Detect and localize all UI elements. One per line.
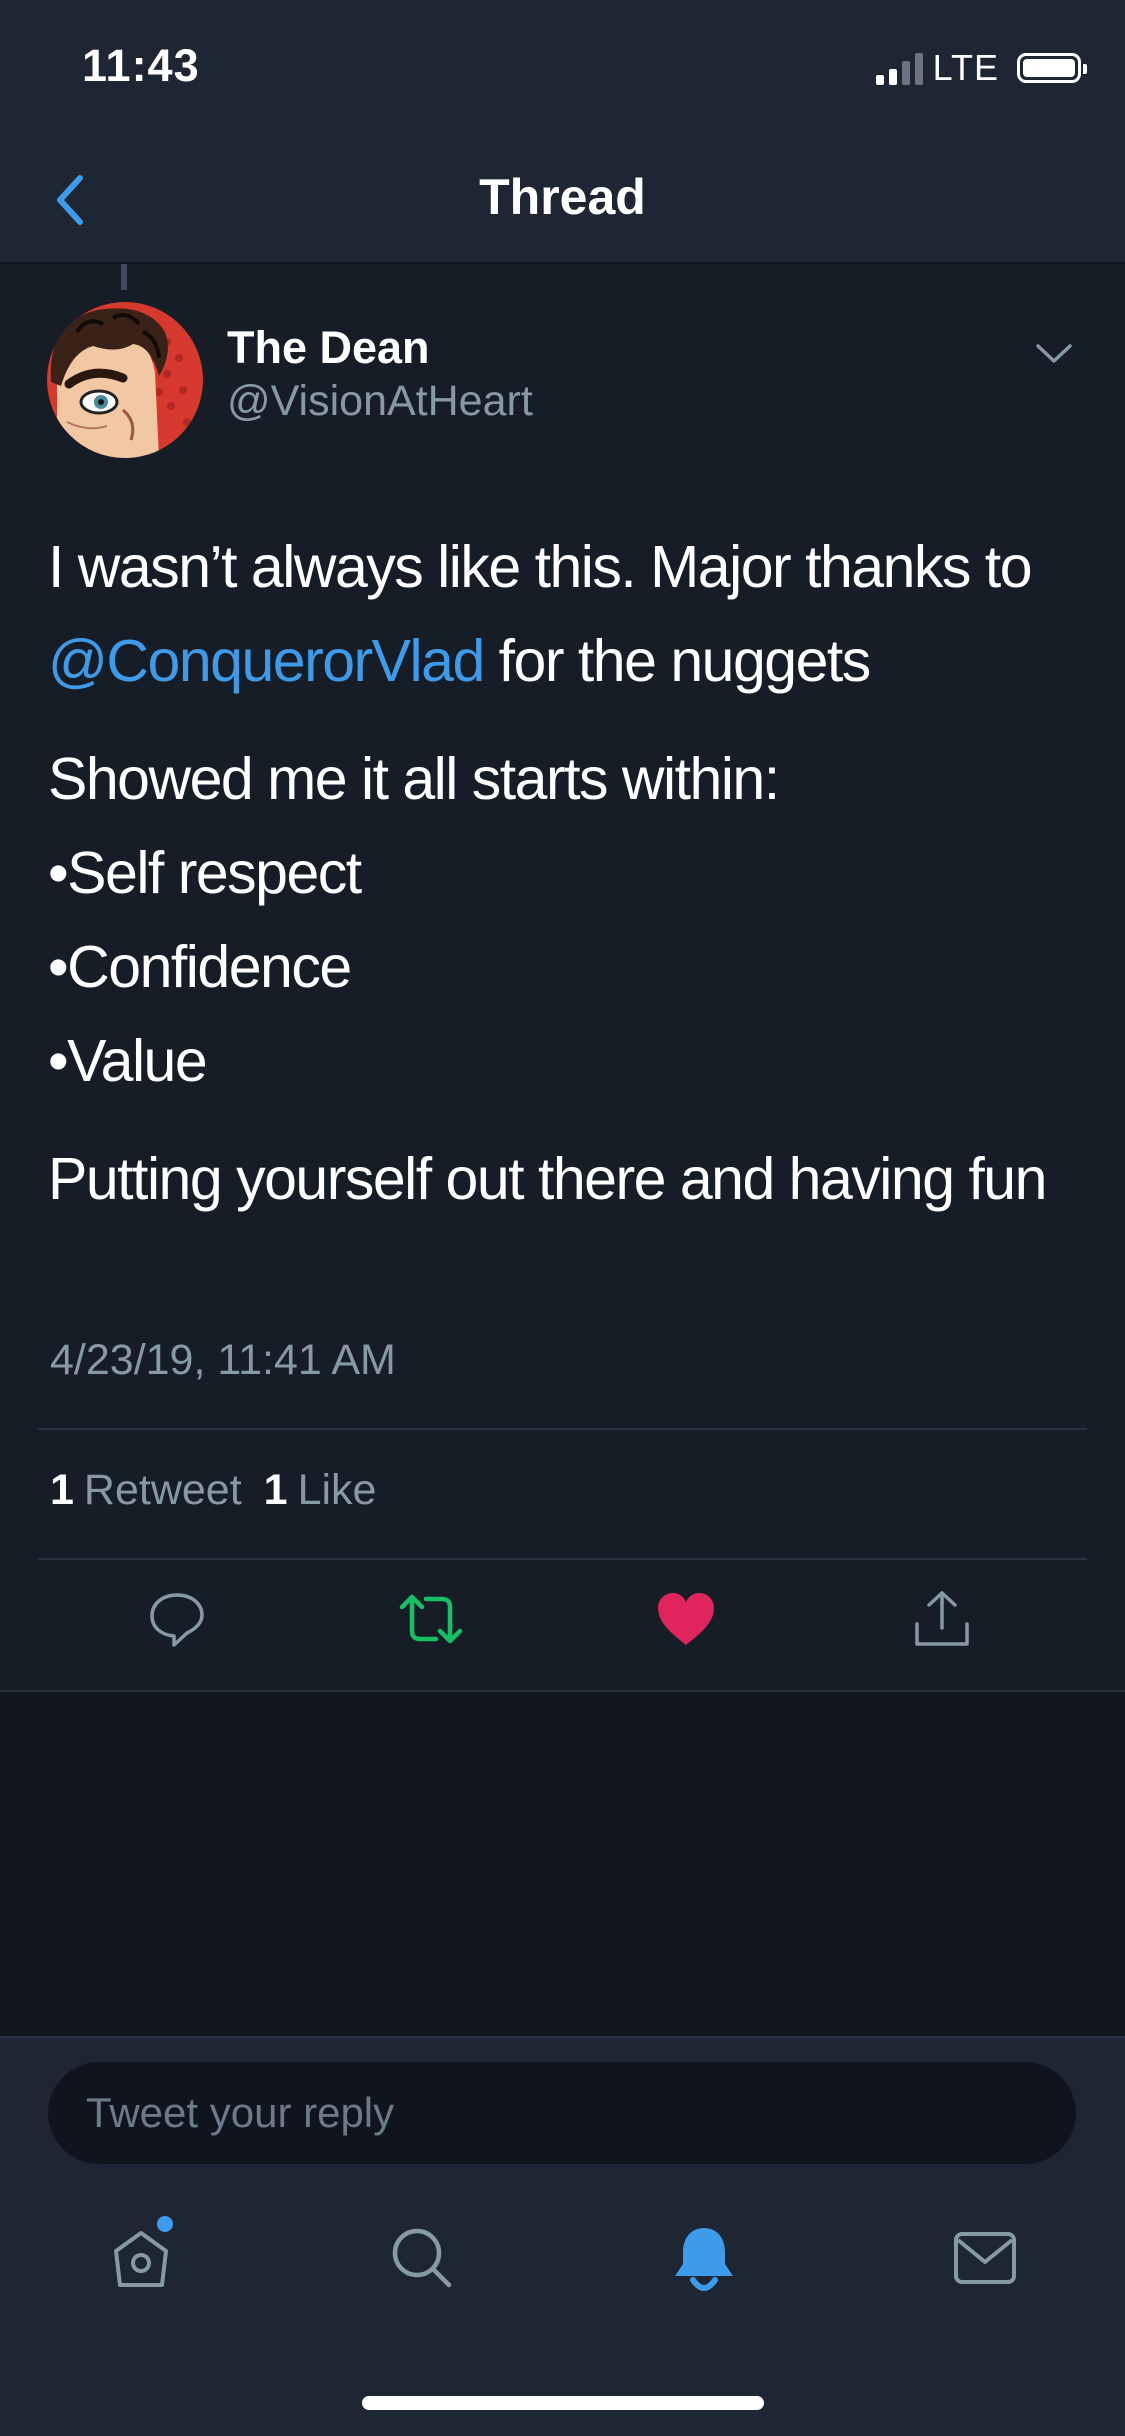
bullet-item: •Self respect: [48, 840, 362, 906]
retweet-count: 1: [50, 1466, 74, 1514]
bottom-panel: Tweet your reply: [0, 2036, 1125, 2436]
network-label: LTE: [932, 47, 999, 88]
status-bar: 11:43 LTE: [0, 0, 1125, 140]
notifications-icon: [675, 2228, 733, 2291]
tweet-menu-button[interactable]: [1029, 334, 1079, 374]
tweet-stats: 1 Retweet 1 Like: [50, 1466, 376, 1515]
tweet-action-bar: [0, 1564, 1125, 1664]
share-button[interactable]: [902, 1584, 982, 1654]
avatar[interactable]: [47, 302, 203, 458]
tab-search[interactable]: [372, 2208, 472, 2308]
nav-bar: Thread: [0, 140, 1125, 264]
author-handle[interactable]: @VisionAtHeart: [227, 377, 533, 426]
author-name[interactable]: The Dean: [227, 322, 430, 374]
share-icon: [915, 1591, 969, 1646]
retweet-stat[interactable]: 1 Retweet: [50, 1466, 242, 1515]
reply-icon: [150, 1593, 204, 1647]
tweet-text: I wasn’t always like this. Major thanks …: [48, 520, 1088, 1250]
search-icon: [392, 2228, 452, 2288]
thread-connector-line: [121, 264, 127, 290]
empty-replies-area: [0, 1692, 1125, 2036]
battery-icon: [1017, 53, 1087, 83]
reply-button[interactable]: [137, 1584, 217, 1654]
like-label: Like: [297, 1466, 377, 1514]
tweet-detail: The Dean @VisionAtHeart I wasn’t always …: [0, 264, 1125, 1692]
like-icon: [658, 1593, 714, 1645]
reply-placeholder: Tweet your reply: [86, 2089, 395, 2136]
tweet-timestamp: 4/23/19, 11:41 AM: [50, 1336, 396, 1384]
signal-icon: [875, 51, 923, 85]
new-activity-dot: [157, 2216, 173, 2232]
bullet-item: •Value: [48, 1028, 208, 1094]
status-time: 11:43: [82, 40, 200, 91]
tweet-paragraph: Showed me it all starts within: •Self re…: [48, 732, 1088, 1108]
reply-input[interactable]: Tweet your reply: [48, 2062, 1076, 2164]
like-stat[interactable]: 1 Like: [264, 1466, 377, 1515]
messages-icon: [954, 2232, 1016, 2284]
tab-notifications[interactable]: [654, 2208, 754, 2308]
chevron-down-icon: [1036, 344, 1072, 363]
tweet-paragraph: I wasn’t always like this. Major thanks …: [48, 520, 1088, 708]
tab-messages[interactable]: [935, 2208, 1035, 2308]
divider: [38, 1428, 1087, 1430]
tweet-intro-line: Showed me it all starts within:: [48, 746, 780, 812]
bullet-item: •Confidence: [48, 934, 352, 1000]
home-indicator[interactable]: [362, 2396, 764, 2410]
status-indicators: LTE: [875, 47, 1087, 88]
page-title: Thread: [479, 169, 646, 225]
retweet-button[interactable]: [391, 1584, 471, 1654]
tweet-text-segment: I wasn’t always like this. Major thanks …: [48, 534, 1033, 600]
tab-home[interactable]: [91, 2208, 191, 2308]
home-icon: [114, 2231, 168, 2287]
tweet-text-segment: for the nuggets: [483, 628, 872, 694]
retweet-label: Retweet: [83, 1466, 242, 1514]
mention-link[interactable]: @ConquerorVlad: [48, 628, 485, 694]
avatar-illustration: [47, 302, 203, 458]
tweet-paragraph: Putting yourself out there and having fu…: [48, 1146, 1047, 1212]
like-button[interactable]: [646, 1584, 726, 1654]
like-count: 1: [263, 1466, 288, 1514]
divider: [38, 1558, 1087, 1560]
retweet-icon: [399, 1594, 463, 1644]
